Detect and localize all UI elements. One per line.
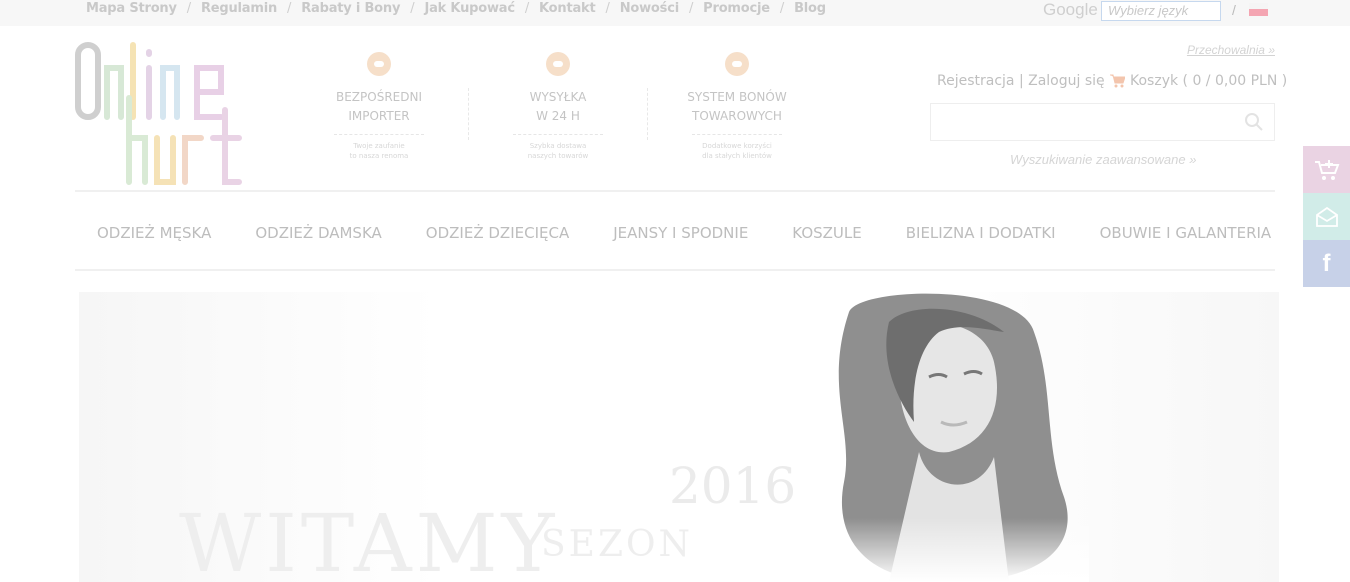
logo[interactable]: [73, 40, 253, 188]
separator: /: [410, 0, 415, 16]
feature-desc: Twoje zaufanie: [353, 142, 405, 150]
banner-year: 2016: [669, 457, 797, 515]
feature-desc: dla stałych klientów: [702, 152, 772, 160]
feature-desc: Dodatkowe korzyści: [702, 142, 772, 150]
feature-title: BEZPOŚREDNI: [335, 90, 422, 104]
menu-item-obuwie-galanteria[interactable]: OBUWIE I GALANTERIA: [1100, 224, 1272, 242]
top-link-blog[interactable]: Blog: [794, 1, 826, 16]
feature-title: IMPORTER: [348, 109, 410, 123]
top-link-regulamin[interactable]: Regulamin: [201, 1, 277, 16]
feature-importer: BEZPOŚREDNI IMPORTER Twoje zaufanie to n…: [299, 52, 459, 161]
top-link-kontakt[interactable]: Kontakt: [539, 1, 596, 16]
menu-item-odziez-meska[interactable]: ODZIEŻ MĘSKA: [97, 224, 211, 242]
separator: /: [688, 0, 694, 16]
google-translate-label: Google: [1043, 0, 1098, 19]
separator: /: [779, 0, 785, 16]
divider: [647, 88, 648, 140]
cart-summary: Koszyk ( 0 / 0,00 PLN ): [1130, 73, 1288, 89]
feature-title: TOWAROWYCH: [692, 109, 782, 123]
separator: /: [186, 0, 191, 16]
menu-item-odziez-dziecieca[interactable]: ODZIEŻ DZIECIĘCA: [426, 224, 569, 242]
menu-divider-top: [75, 190, 1275, 192]
separator: /: [1232, 2, 1236, 18]
top-bar: Mapa Strony / Regulamin / Rabaty i Bony …: [0, 0, 1350, 26]
polish-flag-icon[interactable]: [1249, 3, 1268, 16]
feature-title: WYSYŁKA: [529, 90, 587, 104]
top-link-rabaty[interactable]: Rabaty i Bony: [301, 1, 400, 16]
menu-item-bielizna-dodatki[interactable]: BIELIZNA I DODATKI: [906, 224, 1056, 242]
menu-item-koszule[interactable]: KOSZULE: [792, 224, 861, 242]
feature-desc: Szybka dostawa: [529, 142, 587, 150]
feature-title: W 24 H: [536, 109, 580, 123]
feature-vouchers: SYSTEM BONÓW TOWAROWYCH Dodatkowe korzyś…: [657, 52, 817, 161]
top-link-promocje[interactable]: Promocje: [703, 1, 770, 16]
feature-title: SYSTEM BONÓW: [687, 90, 787, 104]
language-select[interactable]: Wybierz język: [1101, 1, 1221, 21]
separator: /: [287, 0, 292, 16]
top-navigation: Mapa Strony / Regulamin / Rabaty i Bony …: [86, 0, 826, 16]
voucher-icon: [725, 52, 749, 76]
side-newsletter-button[interactable]: [1303, 193, 1350, 240]
advanced-search-link[interactable]: Wyszukiwanie zaawansowane »: [1010, 152, 1196, 167]
menu-item-odziez-damska[interactable]: ODZIEŻ DAMSKA: [255, 224, 381, 242]
cart-link[interactable]: Koszyk ( 0 / 0,00 PLN ): [1110, 73, 1287, 89]
mail-icon: [1315, 206, 1338, 227]
facebook-icon: f: [1322, 249, 1331, 277]
separator: /: [605, 0, 610, 16]
handshake-icon: [367, 52, 391, 76]
divider: [468, 88, 469, 140]
menu-divider-bottom: [75, 269, 1275, 271]
search-input[interactable]: [930, 103, 1275, 141]
top-link-jak-kupowac[interactable]: Jak Kupować: [424, 1, 515, 16]
storage-link[interactable]: Przechowalnia »: [1187, 43, 1275, 57]
search-icon[interactable]: [1244, 112, 1264, 132]
side-facebook-button[interactable]: f: [1303, 240, 1350, 287]
side-cart-button[interactable]: [1303, 146, 1350, 193]
hero-banner[interactable]: 2016 WITAMY SEZON: [79, 292, 1279, 582]
cart-icon: [1110, 74, 1125, 88]
top-link-nowosci[interactable]: Nowości: [620, 1, 679, 16]
banner-subtitle: SEZON: [541, 524, 693, 565]
menu-item-jeansy-spodnie[interactable]: JEANSY I SPODNIE: [613, 224, 748, 242]
separator: /: [524, 0, 530, 16]
feature-desc: to nasza renoma: [349, 152, 409, 160]
cart-add-icon: [1314, 159, 1339, 180]
register-login-link[interactable]: Rejestracja | Zaloguj się: [937, 73, 1105, 89]
truck-icon: [546, 52, 570, 76]
feature-shipping: WYSYŁKA W 24 H Szybka dostawa naszych to…: [478, 52, 638, 161]
banner-model-image: [819, 292, 1089, 582]
main-menu: ODZIEŻ MĘSKA ODZIEŻ DAMSKA ODZIEŻ DZIECI…: [75, 224, 1275, 242]
feature-desc: naszych towarów: [527, 152, 589, 160]
banner-title: WITAMY: [179, 497, 559, 582]
top-link-mapa-strony[interactable]: Mapa Strony: [86, 1, 177, 16]
